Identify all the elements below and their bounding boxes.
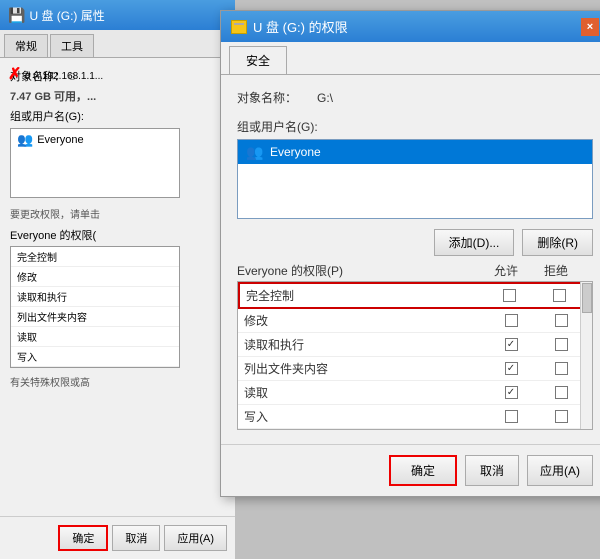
- bg-drive-icon: 💾: [8, 7, 25, 24]
- bg-perm-row-6: 写入: [11, 347, 179, 367]
- dialog-body: 对象名称： G:\ 组或用户名(G): 👥 Everyone 添加(D)... …: [221, 75, 600, 444]
- bg-user-icon: 👥: [17, 132, 33, 148]
- bg-group-text: 组或用户名(G):: [10, 111, 84, 123]
- perm-header-allow: 允许: [481, 262, 531, 279]
- allow-checkbox-write[interactable]: [505, 410, 518, 423]
- group-buttons: 添加(D)... 删除(R): [237, 229, 593, 256]
- cancel-button[interactable]: 取消: [465, 455, 519, 486]
- deny-checkbox-list-folder[interactable]: [555, 362, 568, 375]
- deny-checkbox-read[interactable]: [555, 386, 568, 399]
- bg-perm-row-5: 读取: [11, 327, 179, 347]
- bg-ok-button[interactable]: 确定: [58, 525, 108, 551]
- bg-tab-tools[interactable]: 工具: [50, 34, 94, 57]
- scrollbar-thumb[interactable]: [582, 283, 592, 313]
- perm-allow-list-folder[interactable]: [486, 362, 536, 375]
- perm-allow-write[interactable]: [486, 410, 536, 423]
- bg-perm-row-4: 列出文件夹内容: [11, 307, 179, 327]
- tab-security[interactable]: 安全: [229, 46, 287, 74]
- allow-checkbox-read-exec[interactable]: [505, 338, 518, 351]
- bg-window-body: 对象名称： G 7.47 GB 可用，... 组或用户名(G): 👥 Every…: [0, 58, 235, 399]
- perm-row-read-exec: 读取和执行: [238, 333, 592, 357]
- allow-checkbox-list-folder[interactable]: [505, 362, 518, 375]
- perm-deny-modify[interactable]: [536, 314, 586, 327]
- allow-checkbox-modify[interactable]: [505, 314, 518, 327]
- object-value: G:\: [317, 91, 333, 105]
- perm-name-list-folder: 列出文件夹内容: [244, 360, 486, 377]
- perm-allow-read-exec[interactable]: [486, 338, 536, 351]
- allow-checkbox-full[interactable]: [503, 289, 516, 302]
- dialog-title: U 盘 (G:) 的权限: [253, 17, 348, 36]
- bg-note: 要更改权限，请单击: [10, 206, 225, 221]
- bg-perm-header: Everyone 的权限(: [10, 227, 225, 243]
- background-properties-window: 💾 U 盘 (G:) 属性 常规 工具 对象名称： G 7.47 GB 可用，.…: [0, 0, 235, 559]
- perm-name-read-exec: 读取和执行: [244, 336, 486, 353]
- apply-button[interactable]: 应用(A): [527, 455, 593, 486]
- permissions-dialog: U 盘 (G:) 的权限 × 安全 对象名称： G:\ 组或用户名(G): 👥 …: [220, 10, 600, 497]
- bg-window-footer: 确定 取消 应用(A): [0, 516, 235, 559]
- perm-name-write: 写入: [244, 408, 486, 425]
- dialog-titlebar: U 盘 (G:) 的权限 ×: [221, 11, 600, 42]
- perm-row-read: 读取: [238, 381, 592, 405]
- perm-header-row: Everyone 的权限(P) 允许 拒绝: [237, 262, 593, 279]
- dialog-tabs: 安全: [221, 42, 600, 75]
- perm-row-full-control: 完全控制: [238, 282, 592, 309]
- group-item-everyone[interactable]: 👥 Everyone: [238, 140, 592, 164]
- bg-footer-note: 有关特殊权限或高: [10, 374, 225, 389]
- perm-deny-write[interactable]: [536, 410, 586, 423]
- perm-name-read: 读取: [244, 384, 486, 401]
- close-button[interactable]: ×: [581, 18, 599, 36]
- perm-deny-list-folder[interactable]: [536, 362, 586, 375]
- ok-button[interactable]: 确定: [389, 455, 457, 486]
- bg-perm-row-3: 读取和执行: [11, 287, 179, 307]
- perm-deny-read[interactable]: [536, 386, 586, 399]
- deny-checkbox-full[interactable]: [553, 289, 566, 302]
- remove-button[interactable]: 删除(R): [522, 229, 593, 256]
- perm-deny-full[interactable]: [534, 289, 584, 302]
- bg-perm-row-1: 完全控制: [11, 247, 179, 267]
- dialog-titlebar-left: U 盘 (G:) 的权限: [231, 17, 348, 36]
- object-label: 对象名称：: [237, 89, 317, 106]
- permissions-section: Everyone 的权限(P) 允许 拒绝 完全控制: [237, 262, 593, 430]
- group-label: 组或用户名(G):: [237, 118, 593, 135]
- drive-icon: [231, 20, 247, 34]
- deny-checkbox-read-exec[interactable]: [555, 338, 568, 351]
- red-x-icon: ✗: [8, 66, 21, 83]
- left-panel-item[interactable]: ✗ d (\\192.168.1.1...: [4, 60, 107, 88]
- bg-group-listbox[interactable]: 👥 Everyone: [10, 128, 180, 198]
- bg-perm-row-2: 修改: [11, 267, 179, 287]
- network-path: d (\\192.168.1.1...: [25, 71, 103, 82]
- perm-allow-modify[interactable]: [486, 314, 536, 327]
- everyone-user-icon: 👥: [246, 143, 264, 161]
- allow-checkbox-read[interactable]: [505, 386, 518, 399]
- perm-name-full: 完全控制: [246, 287, 484, 304]
- bg-cancel-button[interactable]: 取消: [112, 525, 160, 551]
- add-button[interactable]: 添加(D)...: [434, 229, 515, 256]
- bg-group-label: 组或用户名(G):: [10, 108, 225, 124]
- perm-name-modify: 修改: [244, 312, 486, 329]
- perm-row-list-folder: 列出文件夹内容: [238, 357, 592, 381]
- bg-group-item-everyone[interactable]: 👥 Everyone: [11, 129, 179, 151]
- group-listbox[interactable]: 👥 Everyone: [237, 139, 593, 219]
- bg-window-titlebar: 💾 U 盘 (G:) 属性: [0, 0, 235, 30]
- perm-table: 完全控制 修改: [237, 281, 593, 430]
- perm-deny-read-exec[interactable]: [536, 338, 586, 351]
- perm-allow-full[interactable]: [484, 289, 534, 302]
- deny-checkbox-modify[interactable]: [555, 314, 568, 327]
- perm-header-deny: 拒绝: [531, 262, 581, 279]
- scrollbar-track[interactable]: [580, 282, 592, 429]
- bg-apply-button[interactable]: 应用(A): [164, 525, 227, 551]
- group-section: 组或用户名(G): 👥 Everyone: [237, 118, 593, 219]
- deny-checkbox-write[interactable]: [555, 410, 568, 423]
- bg-window-title: U 盘 (G:) 属性: [29, 7, 104, 24]
- bg-tabs-row: 常规 工具: [0, 30, 235, 58]
- everyone-label: Everyone: [270, 145, 321, 159]
- perm-row-modify: 修改: [238, 309, 592, 333]
- bg-tab-general[interactable]: 常规: [4, 34, 48, 57]
- perm-header-name: Everyone 的权限(P): [237, 262, 481, 279]
- object-name-row: 对象名称： G:\: [237, 89, 593, 106]
- perm-row-write: 写入: [238, 405, 592, 429]
- bg-perm-table: 完全控制 修改 读取和执行 列出文件夹内容 读取 写入: [10, 246, 180, 368]
- dialog-footer: 确定 取消 应用(A): [221, 444, 600, 496]
- perm-allow-read[interactable]: [486, 386, 536, 399]
